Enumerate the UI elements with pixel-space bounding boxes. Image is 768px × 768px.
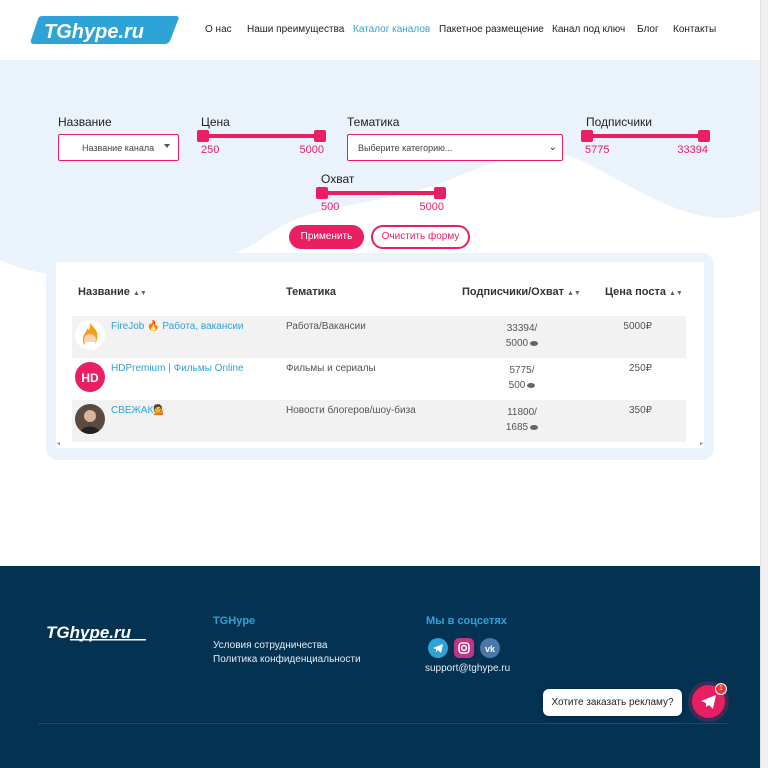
price-max-handle[interactable] <box>314 130 326 142</box>
footer-tghype-title: TGHype <box>213 615 256 627</box>
nav-blog[interactable]: Блог <box>637 24 659 35</box>
table-horizontal-scrollbar[interactable]: ◂ ▸ <box>57 440 703 448</box>
price-track <box>202 134 321 138</box>
filter-topic-label: Тематика <box>347 115 400 129</box>
th-topic: Тематика <box>286 286 336 298</box>
th-price-label: Цена поста <box>605 286 666 298</box>
price-max-value: 5000 <box>299 144 324 156</box>
subscribers-range-slider[interactable]: 5775 33394 <box>581 130 710 161</box>
site-header: TGhype.ru О нас Наши преимущества Катало… <box>0 0 760 60</box>
page-vertical-scrollbar[interactable] <box>760 0 768 768</box>
nav-package[interactable]: Пакетное размещение <box>439 24 544 35</box>
scroll-right-icon[interactable]: ▸ <box>700 440 703 447</box>
channel-avatar-firejob <box>75 320 105 350</box>
reach-min-handle[interactable] <box>316 187 328 199</box>
channel-name-link[interactable]: FireJob 🔥 Работа, вакансии <box>111 321 244 332</box>
price-min-handle[interactable] <box>197 130 209 142</box>
nav-about[interactable]: О нас <box>205 24 232 35</box>
table-row[interactable]: FireJob 🔥 Работа, вакансии Работа/Ваканс… <box>72 316 686 358</box>
eye-icon <box>530 340 539 346</box>
channel-price: 350₽ <box>628 405 652 416</box>
instagram-icon[interactable] <box>454 638 474 658</box>
topic-select[interactable]: Выберите категорию... ⌄ <box>347 134 563 161</box>
price-min-value: 250 <box>201 144 220 156</box>
reach-track <box>321 191 441 195</box>
filter-name-label: Название <box>58 115 112 129</box>
th-subs-reach[interactable]: Подписчики/Охват ▲▼ <box>462 286 581 298</box>
channel-name-link[interactable]: HDPremium | Фильмы Online <box>111 363 244 374</box>
reach-min-value: 500 <box>321 201 340 213</box>
sort-icon: ▲▼ <box>132 290 147 297</box>
table-row[interactable]: СВЕЖАК💁 Новости блогеров/шоу-биза 11800/… <box>72 400 686 442</box>
reach-max-handle[interactable] <box>434 187 446 199</box>
privacy-link[interactable]: Политика конфиденциальности <box>213 654 361 665</box>
name-select[interactable]: Название канала <box>58 134 179 161</box>
topic-select-value: Выберите категорию... <box>358 143 453 153</box>
th-subs-label: Подписчики/Охват <box>462 286 564 298</box>
svg-text:TGhype.ru: TGhype.ru <box>44 21 144 43</box>
channel-subs-reach: 11800/1685 <box>505 407 539 433</box>
subscribers-max-value: 33394 <box>677 144 708 156</box>
price-range-slider[interactable]: 250 5000 <box>197 130 326 161</box>
eye-icon <box>530 424 539 430</box>
nav-catalog[interactable]: Каталог каналов <box>353 24 430 35</box>
th-name[interactable]: Название ▲▼ <box>78 286 147 298</box>
channel-price: 250₽ <box>628 363 652 374</box>
channel-subs-reach: 33394/5000 <box>505 323 539 349</box>
support-email[interactable]: support@tghype.ru <box>425 663 510 674</box>
th-name-label: Название <box>78 286 130 298</box>
subscribers-min-handle[interactable] <box>581 130 593 142</box>
svg-text:HD: HD <box>81 371 99 385</box>
clear-form-button[interactable]: Очистить форму <box>371 225 470 249</box>
chat-prompt-bubble[interactable]: Хотите заказать рекламу? <box>543 689 682 716</box>
reach-max-value: 5000 <box>419 201 444 213</box>
svg-text:vk: vk <box>485 644 496 654</box>
footer-logo[interactable]: TGhype.ru <box>44 620 148 642</box>
footer-social-title: Мы в соцсетях <box>426 615 507 627</box>
terms-link[interactable]: Условия сотрудничества <box>213 640 328 651</box>
channel-avatar-hdpremium: HD <box>75 362 105 392</box>
nav-advantages[interactable]: Наши преимущества <box>247 24 344 35</box>
subscribers-track <box>586 134 705 138</box>
chevron-down-icon: ⌄ <box>548 142 557 153</box>
nav-turnkey[interactable]: Канал под ключ <box>552 24 625 35</box>
subscribers-max-handle[interactable] <box>698 130 710 142</box>
filter-reach-label: Охват <box>321 172 355 186</box>
channel-topic: Новости блогеров/шоу-биза <box>286 405 416 416</box>
scroll-left-icon[interactable]: ◂ <box>57 440 60 447</box>
th-topic-label: Тематика <box>286 286 337 298</box>
channels-table: Название ▲▼ Тематика Подписчики/Охват ▲▼ Ц… <box>56 262 704 448</box>
eye-icon <box>527 382 536 388</box>
filter-subscribers-label: Подписчики <box>586 115 653 129</box>
table-row[interactable]: HD HDPremium | Фильмы Online Фильмы и се… <box>72 358 686 400</box>
channel-price: 5000₽ <box>623 321 652 332</box>
sort-icon: ▲▼ <box>668 290 683 297</box>
subscribers-min-value: 5775 <box>585 144 610 156</box>
channel-name-link[interactable]: СВЕЖАК💁 <box>111 405 166 416</box>
channel-topic: Фильмы и сериалы <box>286 363 376 374</box>
telegram-icon[interactable] <box>428 638 448 658</box>
chat-notification-badge: 1 <box>715 683 727 695</box>
sort-icon: ▲▼ <box>566 290 581 297</box>
apply-button[interactable]: Применить <box>289 225 364 249</box>
vk-icon[interactable]: vk <box>480 638 500 658</box>
filter-price-label: Цена <box>201 115 230 129</box>
th-price[interactable]: Цена поста ▲▼ <box>605 286 683 298</box>
name-select-value: Название канала <box>82 143 155 153</box>
footer-divider <box>38 723 728 724</box>
caret-down-icon <box>164 144 170 148</box>
channel-topic: Работа/Вакансии <box>286 321 366 332</box>
site-logo[interactable]: TGhype.ru <box>30 14 180 45</box>
reach-range-slider[interactable]: 500 5000 <box>316 187 446 218</box>
channel-subs-reach: 5775/500 <box>508 365 536 391</box>
channel-avatar-svezhak <box>75 404 105 434</box>
nav-contacts[interactable]: Контакты <box>673 24 716 35</box>
site-footer: TGhype.ru TGHype Условия сотрудничества … <box>0 566 760 768</box>
